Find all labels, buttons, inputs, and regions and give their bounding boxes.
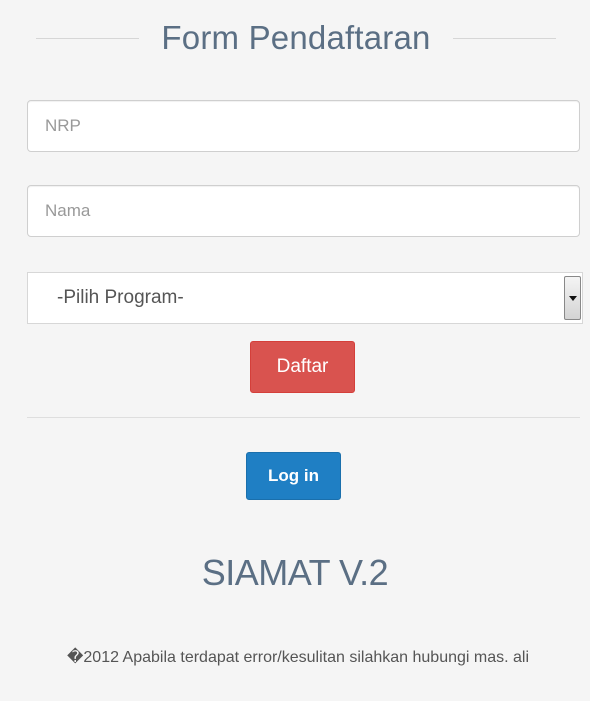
daftar-button[interactable]: Daftar [250, 341, 355, 393]
footer-text: �2012 Apabila terdapat error/kesulitan s… [66, 649, 530, 666]
caret-down-icon [568, 295, 577, 301]
registration-page: Form Pendaftaran -Pilih Program- Daftar … [0, 0, 590, 701]
legend-line-left [36, 37, 140, 39]
dropdown-button[interactable] [564, 276, 581, 320]
app-brand: SIAMAT V.2 [201, 552, 389, 593]
form-legend: Form Pendaftaran [36, 6, 557, 70]
program-select-value: -Pilih Program- [57, 287, 184, 308]
nama-input[interactable] [27, 185, 580, 237]
legend-line-right [452, 37, 557, 39]
login-button[interactable]: Log in [246, 452, 341, 500]
nrp-input[interactable] [27, 100, 580, 152]
form-title: Form Pendaftaran [161, 19, 431, 56]
program-select[interactable]: -Pilih Program- [27, 272, 583, 324]
section-divider [27, 417, 580, 418]
